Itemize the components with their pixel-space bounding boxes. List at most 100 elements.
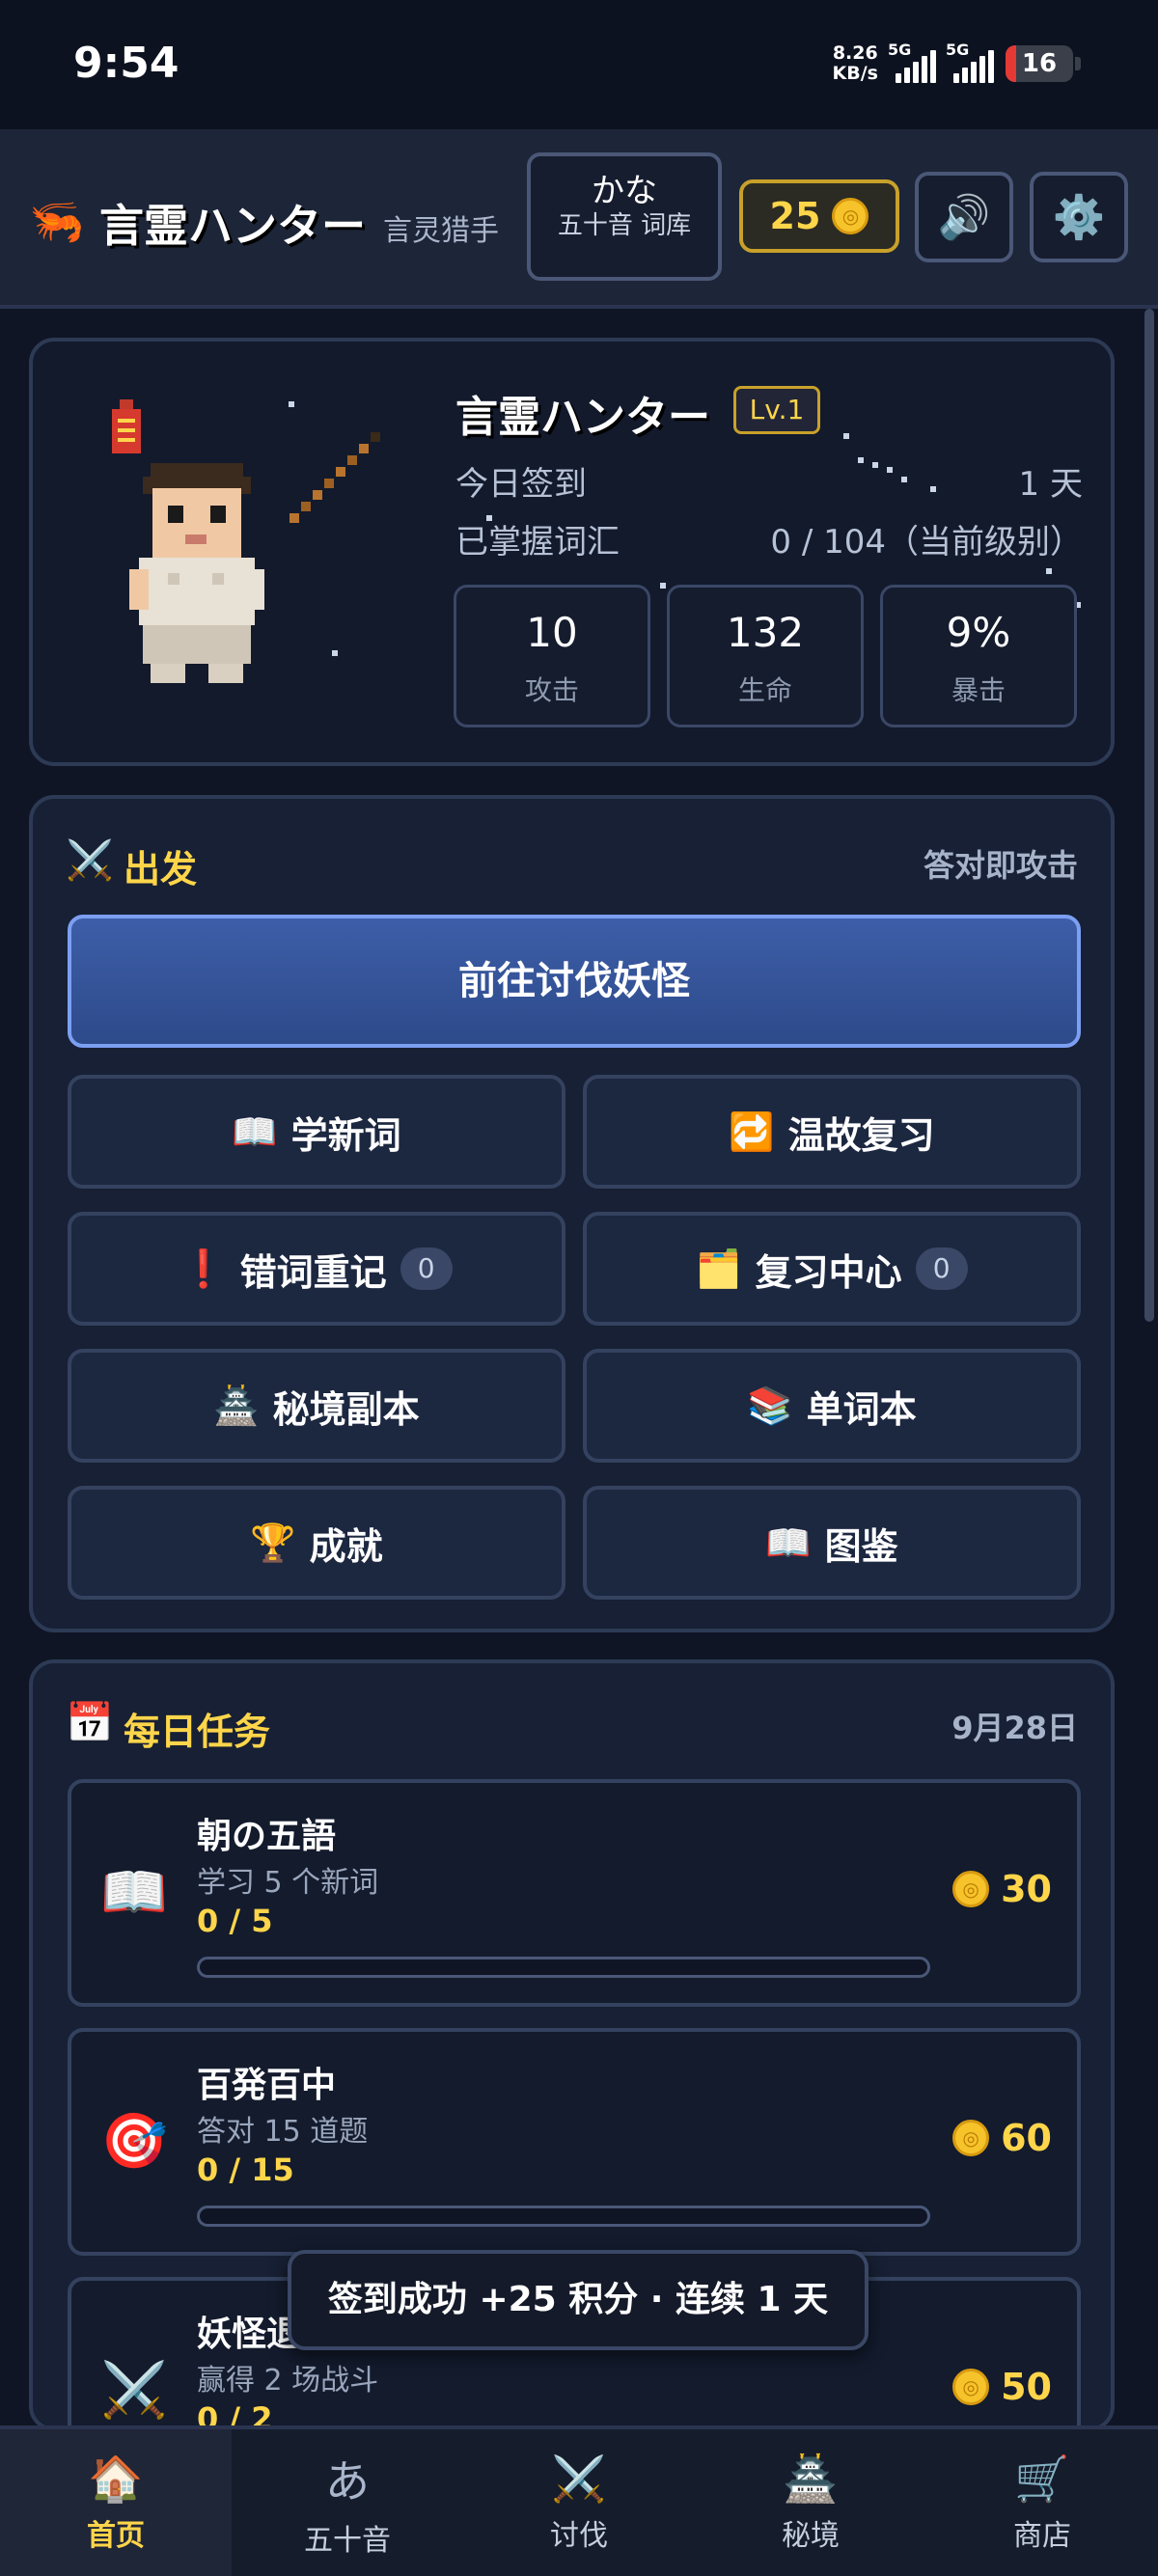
app-header: 🦐 言霊ハンター 言灵猎手 かな 五十音 词库 25 ◎ 🔊 ⚙️ (0, 129, 1158, 309)
nav-home[interactable]: 🏠 首页 (0, 2429, 232, 2576)
card-index-icon: 🗂️ (696, 1247, 742, 1290)
task-description: 答对 15 道题 (197, 2115, 369, 2149)
kana-button-subtitle: 五十音 词库 (557, 211, 692, 240)
speaker-icon: 🔊 (937, 193, 991, 242)
adventure-hint: 答对即攻击 (923, 847, 1078, 884)
network-speed: 8.26 KB/s (832, 42, 878, 84)
task-name: 百発百中 (197, 2066, 337, 2105)
mastered-value: 0 / 104（当前级别） (770, 523, 1083, 562)
books-icon: 📚 (747, 1384, 793, 1427)
count-badge: 0 (400, 1247, 453, 1290)
secret-dungeon-button[interactable]: 🏯 秘境副本 (68, 1349, 565, 1463)
button-label: 学新词 (290, 1113, 401, 1157)
wrong-words-button[interactable]: ❗ 错词重记 0 (68, 1212, 565, 1326)
stat-value: 132 (726, 609, 805, 656)
nav-label: 首页 (87, 2518, 145, 2553)
hiragana-a-icon: あ (325, 2455, 370, 2507)
nav-shop[interactable]: 🛒 商店 (926, 2429, 1158, 2576)
lantern-icon (112, 399, 141, 453)
status-time: 9:54 (73, 39, 179, 88)
gear-icon: ⚙️ (1052, 193, 1106, 242)
spear-icon (290, 432, 380, 523)
shrimp-logo-icon: 🦐 (29, 195, 85, 247)
task-progress: 0 / 15 (197, 2151, 294, 2188)
stat-value: 10 (526, 609, 578, 656)
hero-card: 言霊ハンター Lv.1 今日签到 1 天 已掌握词汇 0 / 104（当前级别）… (29, 338, 1115, 766)
task-description: 学习 5 个新词 (197, 1866, 379, 1900)
reward-amount: 30 (1001, 1868, 1052, 1910)
task-reward: ◎ 30 (952, 1868, 1052, 1910)
learn-new-words-button[interactable]: 📖 学新词 (68, 1075, 565, 1189)
adventure-title: 出发 (124, 848, 198, 891)
count-badge: 0 (915, 1247, 968, 1290)
target-icon: 🎯 (100, 2110, 168, 2173)
checkin-row: 今日签到 1 天 (455, 457, 1083, 505)
nav-dungeon[interactable]: 🏯 秘境 (695, 2429, 926, 2576)
castle-icon: 🏯 (783, 2452, 839, 2505)
home-icon: 🏠 (88, 2452, 144, 2505)
encyclopedia-button[interactable]: 📖 图鉴 (583, 1486, 1081, 1600)
checkin-label: 今日签到 (455, 465, 587, 504)
stat-health: 132 生命 (667, 585, 864, 727)
coin-count: 25 (769, 195, 821, 237)
signal-icon: 5G (888, 41, 936, 83)
task-name: 朝の五語 (197, 1817, 337, 1856)
button-label: 秘境副本 (272, 1387, 420, 1431)
daily-tasks-title: 每日任务 (124, 1711, 271, 1753)
open-book-icon: 📖 (232, 1110, 278, 1153)
button-label: 图鉴 (824, 1524, 898, 1568)
castle-icon: 🏯 (213, 1384, 260, 1427)
wordbook-button[interactable]: 📚 单词本 (583, 1349, 1081, 1463)
nav-label: 讨伐 (550, 2518, 608, 2553)
coin-icon: ◎ (952, 2120, 990, 2156)
hero-sprite (112, 399, 380, 683)
coin-icon: ◎ (832, 198, 869, 234)
level-badge: Lv.1 (733, 386, 820, 434)
nav-hunt[interactable]: ⚔️ 讨伐 (463, 2429, 695, 2576)
stat-attack: 10 攻击 (454, 585, 650, 727)
mastered-row: 已掌握词汇 0 / 104（当前级别） (455, 515, 1083, 562)
coin-balance-button[interactable]: 25 ◎ (739, 179, 899, 253)
battery-tip (1075, 57, 1081, 70)
task-item[interactable]: 📖 朝の五語 学习 5 个新词 0 / 5 ◎ 30 (68, 1779, 1081, 2007)
checkin-toast: 签到成功 +25 积分 · 连续 1 天 (288, 2250, 868, 2350)
crossed-swords-icon: ⚔️ (100, 2359, 168, 2422)
status-icons: 8.26 KB/s 5G 5G 16 (833, 37, 1081, 91)
app-title: 言霊ハンター (99, 200, 366, 252)
adventure-card: ⚔️ 出发 答对即攻击 前往讨伐妖怪 📖 学新词 🔁 温故复习 ❗ 错词重记 0… (29, 795, 1115, 1632)
nav-kana[interactable]: あ 五十音 (232, 2429, 463, 2576)
task-progress-bar (197, 2206, 930, 2227)
scrollbar[interactable] (1144, 309, 1154, 1322)
sound-button[interactable]: 🔊 (915, 172, 1013, 262)
task-progress: 0 / 5 (197, 1903, 273, 1939)
stat-label: 生命 (737, 674, 792, 706)
achievements-button[interactable]: 🏆 成就 (68, 1486, 565, 1600)
signal-icon: 5G (946, 41, 994, 83)
review-button[interactable]: 🔁 温故复习 (583, 1075, 1081, 1189)
exclamation-icon: ❗ (180, 1247, 227, 1290)
hero-name: 言霊ハンター (455, 393, 710, 442)
nav-label: 秘境 (782, 2518, 840, 2553)
reward-amount: 50 (1001, 2366, 1052, 2408)
open-book-icon: 📖 (100, 1861, 168, 1924)
button-label: 温故复习 (787, 1113, 935, 1157)
nav-label: 五十音 (304, 2524, 391, 2558)
crossed-swords-icon: ⚔️ (551, 2452, 607, 2505)
review-center-button[interactable]: 🗂️ 复习中心 0 (583, 1212, 1081, 1326)
button-label: 单词本 (806, 1387, 917, 1431)
stat-label: 暴击 (951, 674, 1006, 706)
bottom-navigation: 🏠 首页 あ 五十音 ⚔️ 讨伐 🏯 秘境 🛒 商店 (0, 2425, 1158, 2576)
trophy-icon: 🏆 (250, 1521, 296, 1564)
reward-amount: 60 (1001, 2117, 1052, 2159)
task-item[interactable]: 🎯 百発百中 答对 15 道题 0 / 15 ◎ 60 (68, 2028, 1081, 2256)
battery-icon: 16 (1006, 45, 1073, 82)
settings-button[interactable]: ⚙️ (1030, 172, 1128, 262)
repeat-icon: 🔁 (729, 1110, 775, 1153)
stat-crit: 9% 暴击 (880, 585, 1077, 727)
kana-button-title: かな (592, 172, 657, 210)
hunt-monsters-button[interactable]: 前往讨伐妖怪 (68, 915, 1081, 1048)
button-label: 复习中心 (755, 1250, 902, 1294)
app-subtitle: 言灵猎手 (383, 214, 499, 248)
kana-dictionary-button[interactable]: かな 五十音 词库 (527, 152, 722, 281)
hero-character (129, 463, 264, 683)
